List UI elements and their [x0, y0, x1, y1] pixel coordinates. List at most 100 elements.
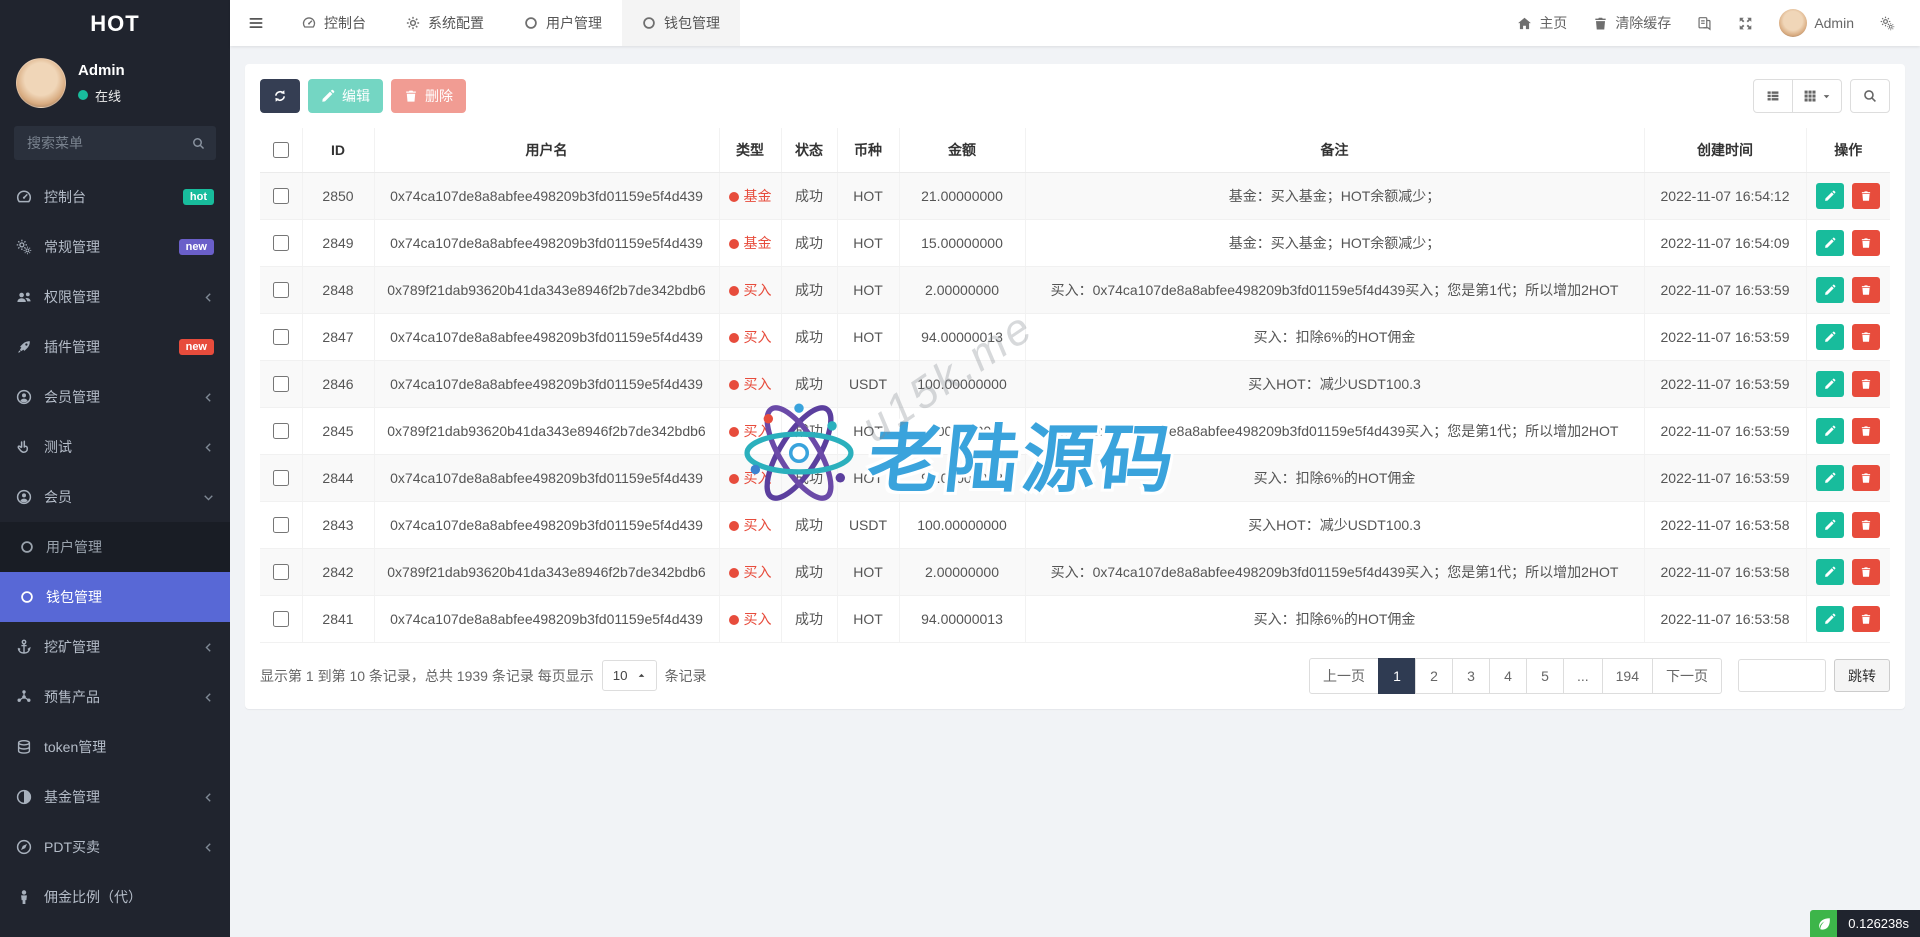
row-checkbox[interactable]	[273, 470, 289, 486]
prev-page-button[interactable]: 上一页	[1309, 658, 1379, 694]
table-row[interactable]: 2843 0x74ca107de8a8abfee498209b3fd01159e…	[260, 501, 1890, 548]
settings-button[interactable]	[1867, 0, 1908, 46]
page-button-4[interactable]: 4	[1489, 658, 1527, 694]
page-button-5[interactable]: 5	[1526, 658, 1564, 694]
row-checkbox[interactable]	[273, 188, 289, 204]
main-area: 控制台 系统配置 用户管理 钱包管理 主页 清除缓存	[230, 0, 1920, 937]
columns-button[interactable]	[1792, 79, 1842, 113]
row-edit-button[interactable]	[1816, 230, 1844, 256]
cell-type: 基金	[719, 172, 781, 219]
row-checkbox[interactable]	[273, 611, 289, 627]
user-menu[interactable]: Admin	[1766, 0, 1867, 46]
edit-button[interactable]: 编辑	[308, 79, 383, 113]
row-delete-button[interactable]	[1852, 418, 1880, 444]
row-edit-button[interactable]	[1816, 277, 1844, 303]
sidebar-item[interactable]: 测试	[0, 422, 230, 472]
table-row[interactable]: 2848 0x789f21dab93620b41da343e8946f2b7de…	[260, 266, 1890, 313]
search-icon[interactable]	[192, 137, 205, 150]
row-delete-button[interactable]	[1852, 465, 1880, 491]
page-button-3[interactable]: 3	[1452, 658, 1490, 694]
sidebar-item[interactable]: 插件管理 new	[0, 322, 230, 372]
row-edit-button[interactable]	[1816, 606, 1844, 632]
table-row[interactable]: 2850 0x74ca107de8a8abfee498209b3fd01159e…	[260, 172, 1890, 219]
row-edit-button[interactable]	[1816, 418, 1844, 444]
table-row[interactable]: 2841 0x74ca107de8a8abfee498209b3fd01159e…	[260, 595, 1890, 642]
row-checkbox[interactable]	[273, 282, 289, 298]
detail-view-button[interactable]	[1753, 79, 1793, 113]
sidebar-item[interactable]: 权限管理	[0, 272, 230, 322]
row-edit-button[interactable]	[1816, 559, 1844, 585]
table-row[interactable]: 2844 0x74ca107de8a8abfee498209b3fd01159e…	[260, 454, 1890, 501]
clear-cache-link[interactable]: 清除缓存	[1580, 0, 1684, 46]
cell-username: 0x74ca107de8a8abfee498209b3fd01159e5f4d4…	[374, 360, 719, 407]
row-checkbox[interactable]	[273, 564, 289, 580]
row-checkbox[interactable]	[273, 329, 289, 345]
row-edit-button[interactable]	[1816, 371, 1844, 397]
online-status-dot	[78, 90, 88, 100]
next-page-button[interactable]: 下一页	[1652, 658, 1722, 694]
sidebar-subitem[interactable]: 用户管理	[0, 522, 230, 572]
row-edit-button[interactable]	[1816, 324, 1844, 350]
menu-search-input[interactable]	[25, 134, 192, 152]
table-row[interactable]: 2849 0x74ca107de8a8abfee498209b3fd01159e…	[260, 219, 1890, 266]
row-edit-button[interactable]	[1816, 183, 1844, 209]
row-checkbox[interactable]	[273, 423, 289, 439]
row-edit-button[interactable]	[1816, 465, 1844, 491]
sidebar-item[interactable]: 常规管理 new	[0, 222, 230, 272]
page-button-194[interactable]: 194	[1602, 658, 1653, 694]
list-view-icon	[1766, 89, 1780, 103]
delete-button[interactable]: 删除	[391, 79, 466, 113]
cell-type: 买入	[719, 313, 781, 360]
row-checkbox[interactable]	[273, 376, 289, 392]
row-delete-button[interactable]	[1852, 183, 1880, 209]
nav-tab[interactable]: 系统配置	[386, 0, 504, 46]
refresh-button[interactable]	[260, 79, 300, 113]
fullscreen-button[interactable]	[1725, 0, 1766, 46]
sidebar-item[interactable]: 佣金比例（代）	[0, 872, 230, 922]
table-row[interactable]: 2846 0x74ca107de8a8abfee498209b3fd01159e…	[260, 360, 1890, 407]
row-delete-button[interactable]	[1852, 371, 1880, 397]
home-link[interactable]: 主页	[1504, 0, 1580, 46]
row-delete-button[interactable]	[1852, 512, 1880, 538]
row-delete-button[interactable]	[1852, 230, 1880, 256]
page-button-2[interactable]: 2	[1415, 658, 1453, 694]
page-button-1[interactable]: 1	[1378, 658, 1416, 694]
sidebar-toggle-button[interactable]	[230, 0, 282, 46]
sidebar-item[interactable]: PDT买卖	[0, 822, 230, 872]
table-row[interactable]: 2847 0x74ca107de8a8abfee498209b3fd01159e…	[260, 313, 1890, 360]
table-row[interactable]: 2845 0x789f21dab93620b41da343e8946f2b7de…	[260, 407, 1890, 454]
sidebar-item[interactable]: 控制台 hot	[0, 172, 230, 222]
sidebar-item[interactable]: 挖矿管理	[0, 622, 230, 672]
cell-status: 成功	[781, 548, 837, 595]
row-delete-button[interactable]	[1852, 324, 1880, 350]
sidebar-subitem[interactable]: 钱包管理	[0, 572, 230, 622]
nav-tab[interactable]: 控制台	[282, 0, 386, 46]
language-button[interactable]	[1684, 0, 1725, 46]
row-delete-button[interactable]	[1852, 277, 1880, 303]
nav-tab[interactable]: 钱包管理	[622, 0, 740, 46]
cell-status: 成功	[781, 454, 837, 501]
avatar[interactable]	[16, 58, 66, 108]
sidebar-item[interactable]: token管理	[0, 722, 230, 772]
select-all-checkbox[interactable]	[273, 142, 289, 158]
type-dot-icon	[729, 239, 739, 249]
row-checkbox[interactable]	[273, 517, 289, 533]
row-edit-button[interactable]	[1816, 512, 1844, 538]
sidebar-item[interactable]: 基金管理	[0, 772, 230, 822]
page-jump-input[interactable]	[1738, 659, 1826, 692]
row-delete-button[interactable]	[1852, 559, 1880, 585]
row-checkbox[interactable]	[273, 235, 289, 251]
sidebar-item[interactable]: 预售产品	[0, 672, 230, 722]
page-ellipsis[interactable]: ...	[1563, 658, 1603, 694]
page-size-select[interactable]: 10	[602, 660, 657, 691]
cell-remark: 基金：买入基金；HOT余额减少；	[1025, 219, 1644, 266]
sidebar-item[interactable]: 会员管理	[0, 372, 230, 422]
toolbar-right	[1753, 79, 1890, 113]
search-toggle-button[interactable]	[1850, 79, 1890, 113]
sidebar-item[interactable]: 会员	[0, 472, 230, 522]
nav-tab[interactable]: 用户管理	[504, 0, 622, 46]
table-row[interactable]: 2842 0x789f21dab93620b41da343e8946f2b7de…	[260, 548, 1890, 595]
cell-amount: 94.00000013	[899, 454, 1025, 501]
page-jump-button[interactable]: 跳转	[1834, 659, 1890, 692]
row-delete-button[interactable]	[1852, 606, 1880, 632]
